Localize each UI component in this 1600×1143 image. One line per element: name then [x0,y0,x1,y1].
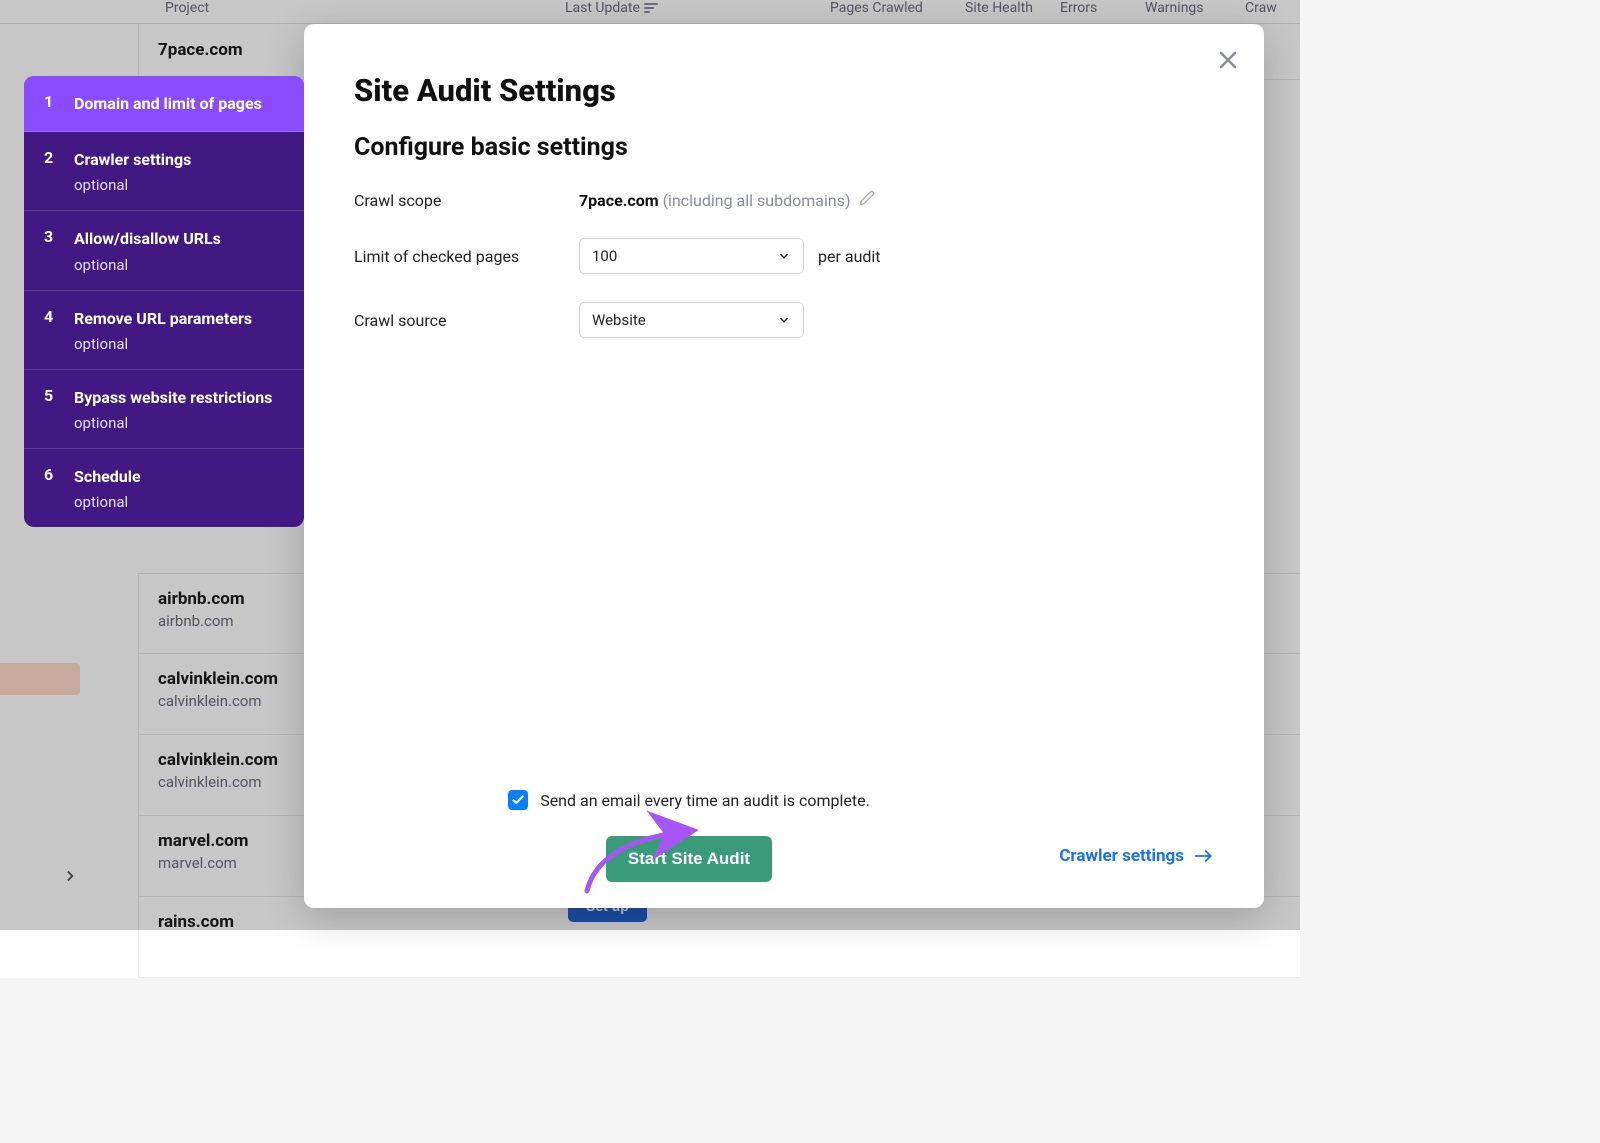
email-checkbox[interactable] [508,790,528,810]
sidebar-item-label: Crawler settings [74,148,286,171]
limit-row: Limit of checked pages 100 per audit [354,238,1214,274]
sidebar-item-domain-limit[interactable]: 1 Domain and limit of pages [24,76,304,132]
limit-suffix: per audit [818,247,881,266]
site-audit-settings-modal: Site Audit Settings Configure basic sett… [304,24,1264,908]
close-icon[interactable] [1216,48,1240,76]
settings-steps-sidebar: 1 Domain and limit of pages 2 Crawler se… [24,76,304,527]
email-checkbox-label: Send an email every time an audit is com… [540,791,870,810]
modal-subtitle: Configure basic settings [354,133,1214,162]
crawler-settings-link[interactable]: Crawler settings [1059,846,1214,866]
sidebar-item-label: Remove URL parameters [74,307,286,330]
sidebar-item-allow-disallow[interactable]: 3 Allow/disallow URLs optional [24,211,304,290]
sidebar-item-optional: optional [74,493,286,511]
sidebar-item-label: Allow/disallow URLs [74,227,286,250]
crawl-scope-value: 7pace.com (including all subdomains) [579,190,875,210]
sidebar-item-bypass-restrictions[interactable]: 5 Bypass website restrictions optional [24,370,304,449]
crawl-source-select[interactable]: Website [579,302,804,338]
crawl-source-row: Crawl source Website [354,302,1214,338]
check-icon [511,793,525,807]
sidebar-item-optional: optional [74,256,286,274]
start-site-audit-button[interactable]: Start Site Audit [606,836,772,882]
email-checkbox-row: Send an email every time an audit is com… [164,790,1214,810]
edit-icon[interactable] [859,190,875,210]
sidebar-item-schedule[interactable]: 6 Schedule optional [24,449,304,527]
sidebar-item-optional: optional [74,335,286,353]
chevron-down-icon [777,249,791,263]
modal-footer: Send an email every time an audit is com… [304,790,1264,882]
sidebar-item-label: Bypass website restrictions [74,386,286,409]
sidebar-item-optional: optional [74,414,286,432]
limit-label: Limit of checked pages [354,247,579,266]
limit-select[interactable]: 100 [579,238,804,274]
sidebar-item-label: Domain and limit of pages [74,92,286,115]
crawl-scope-label: Crawl scope [354,191,579,210]
crawl-source-label: Crawl source [354,311,579,330]
sidebar-item-remove-url-params[interactable]: 4 Remove URL parameters optional [24,291,304,370]
modal-title: Site Audit Settings [354,72,1214,109]
sidebar-item-label: Schedule [74,465,286,488]
chevron-down-icon [777,313,791,327]
sidebar-item-optional: optional [74,176,286,194]
arrow-right-icon [1194,848,1214,864]
crawl-scope-row: Crawl scope 7pace.com (including all sub… [354,190,1214,210]
sidebar-item-crawler-settings[interactable]: 2 Crawler settings optional [24,132,304,211]
